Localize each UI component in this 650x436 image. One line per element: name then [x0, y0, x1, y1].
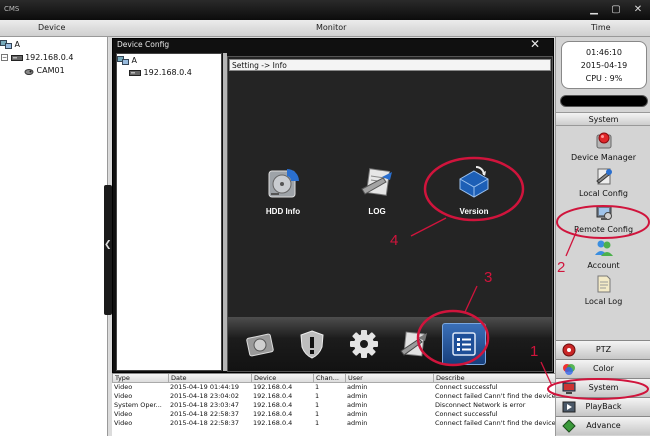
version-icon — [459, 166, 489, 198]
time-column-header: Time — [591, 23, 611, 32]
tree-root-node[interactable]: A — [0, 40, 20, 49]
info-tab[interactable] — [442, 323, 486, 365]
clock-date: 2015-04-19 — [580, 61, 628, 70]
device-config-dialog: Device Config ✕ A 192.168.0.4 Setting ->… — [112, 37, 554, 373]
dialog-device-tree: A 192.168.0.4 — [116, 53, 222, 371]
status-bar-indicator — [560, 95, 648, 107]
dvr-device-icon — [129, 70, 141, 76]
local-config-button[interactable]: Local Config — [556, 166, 650, 198]
device-manager-label: Device Manager — [571, 153, 636, 162]
local-config-icon — [595, 168, 612, 185]
network-group-icon — [117, 56, 129, 65]
tools-tab[interactable] — [392, 323, 436, 365]
disk-icon — [246, 333, 274, 357]
status-clock: 01:46:10 2015-04-19 CPU : 9% — [561, 41, 647, 89]
log-header-type[interactable]: Type — [112, 374, 168, 383]
tools-icon — [400, 331, 427, 357]
system-icon — [562, 382, 576, 394]
version-button[interactable]: Version — [439, 163, 509, 216]
camera-icon — [24, 68, 34, 75]
advance-icon — [562, 419, 576, 433]
settings-panel: Setting -> Info HDD Info LOG Version — [227, 56, 553, 372]
gear-icon — [350, 330, 378, 358]
dvr-device-icon — [10, 55, 23, 61]
chevron-left-icon: ❮ — [104, 240, 112, 250]
tree-device-node[interactable]: − 192.168.0.4 — [1, 53, 73, 62]
right-control-panel: 01:46:10 2015-04-19 CPU : 9% System Devi… — [555, 37, 650, 436]
tree-camera-node[interactable]: CAM01 — [24, 66, 65, 75]
system-section-header: System — [556, 112, 650, 126]
hdd-info-label: HDD Info — [265, 207, 301, 216]
color-icon — [563, 364, 575, 375]
settings-tab-bar — [228, 317, 552, 371]
version-label: Version — [459, 207, 489, 216]
annotation-number-1: 1 — [530, 343, 539, 360]
playback-icon — [562, 401, 576, 413]
close-window-button[interactable]: ✕ — [629, 2, 647, 17]
collapse-toggle-icon[interactable]: − — [1, 54, 8, 61]
annotation-number-3: 3 — [484, 269, 493, 286]
local-log-button[interactable]: Local Log — [556, 274, 650, 306]
system-nav-button[interactable]: System — [556, 378, 650, 397]
hdd-icon — [268, 169, 299, 198]
ptz-nav-button[interactable]: PTZ — [556, 340, 650, 359]
log-label: LOG — [368, 207, 386, 216]
column-header-bar: Device Monitor Time — [0, 20, 650, 37]
log-button[interactable]: LOG — [342, 163, 412, 216]
dialog-close-button[interactable]: ✕ — [530, 37, 540, 51]
local-log-label: Local Log — [584, 297, 623, 306]
ptz-icon — [562, 343, 576, 357]
clock-time: 01:46:10 — [586, 48, 622, 57]
annotation-number-2: 2 — [557, 259, 566, 276]
table-row[interactable]: Video 2015-04-19 01:44:19 192.168.0.4 1 … — [112, 383, 555, 392]
local-config-label: Local Config — [579, 189, 628, 198]
remote-config-icon — [596, 205, 612, 220]
breadcrumb: Setting -> Info — [229, 59, 551, 71]
dialog-tree-root[interactable]: A — [117, 56, 137, 65]
local-log-icon — [597, 275, 610, 293]
annotation-number-4: 4 — [390, 232, 399, 249]
dialog-title: Device Config — [117, 40, 170, 49]
security-tab[interactable] — [290, 323, 334, 365]
info-list-icon — [452, 332, 476, 356]
app-title: CMS — [4, 5, 20, 13]
device-manager-button[interactable]: Device Manager — [556, 130, 650, 162]
device-column-header: Device — [38, 23, 66, 32]
log-header-device[interactable]: Device — [251, 374, 313, 383]
monitor-column-header: Monitor — [316, 23, 347, 32]
log-icon — [361, 168, 392, 196]
account-button[interactable]: Account — [556, 238, 650, 270]
hdd-info-button[interactable]: HDD Info — [248, 163, 318, 216]
table-row[interactable]: Video 2015-04-18 22:58:37 192.168.0.4 1 … — [112, 419, 555, 428]
account-label: Account — [587, 261, 620, 270]
table-row[interactable]: System Oper... 2015-04-18 23:03:47 192.1… — [112, 401, 555, 410]
color-nav-button[interactable]: Color — [556, 359, 650, 378]
remote-config-button[interactable]: Remote Config — [556, 202, 650, 234]
panel-collapse-handle[interactable]: ❮ — [104, 185, 112, 315]
title-bar: CMS ▁ ▢ ✕ — [0, 0, 650, 20]
device-manager-icon — [596, 132, 611, 149]
log-header-date[interactable]: Date — [168, 374, 251, 383]
dialog-tree-device[interactable]: 192.168.0.4 — [129, 68, 192, 77]
advance-nav-button[interactable]: Advance — [556, 416, 650, 435]
disk-tab[interactable] — [238, 323, 282, 365]
account-icon — [594, 240, 613, 256]
log-table-header: Type Date Device Chan... User Describe — [112, 374, 555, 383]
event-log-table: Type Date Device Chan... User Describe V… — [112, 373, 555, 436]
maximize-button[interactable]: ▢ — [607, 2, 625, 17]
remote-config-label: Remote Config — [573, 225, 634, 234]
table-row[interactable]: Video 2015-04-18 22:58:37 192.168.0.4 1 … — [112, 410, 555, 419]
device-tree: A − 192.168.0.4 CAM01 — [0, 37, 108, 436]
log-header-describe[interactable]: Describe — [433, 374, 555, 383]
playback-nav-button[interactable]: PlayBack — [556, 397, 650, 416]
network-group-icon — [0, 40, 12, 49]
system-settings-tab[interactable] — [342, 323, 386, 365]
shield-icon — [300, 330, 324, 359]
table-row[interactable]: Video 2015-04-18 23:04:02 192.168.0.4 1 … — [112, 392, 555, 401]
log-header-channel[interactable]: Chan... — [313, 374, 345, 383]
minimize-button[interactable]: ▁ — [585, 2, 603, 17]
cpu-usage: CPU : 9% — [585, 74, 623, 83]
log-header-user[interactable]: User — [345, 374, 433, 383]
